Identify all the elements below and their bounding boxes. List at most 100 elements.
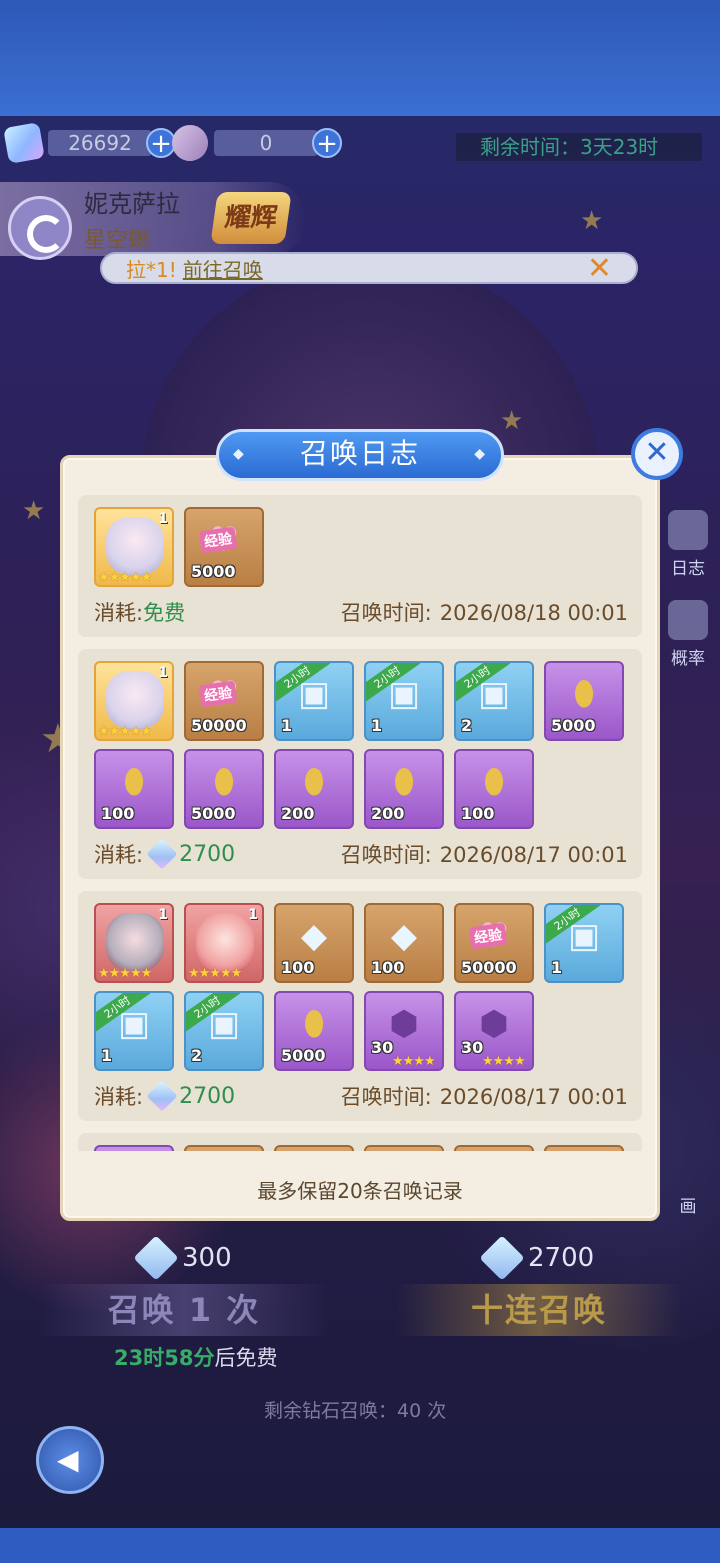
side-rate-button[interactable]: 概率 bbox=[656, 600, 720, 669]
hero-level: 1 bbox=[158, 511, 168, 527]
reward-item[interactable]: ♥经验5000 bbox=[184, 507, 264, 587]
side-gallery-button[interactable]: 画 bbox=[656, 1192, 720, 1217]
free-countdown: 23时58分后免费 bbox=[114, 1342, 277, 1372]
side-log-button[interactable]: 日志 bbox=[656, 510, 720, 579]
free-countdown-suffix: 后免费 bbox=[214, 1346, 278, 1370]
notice-text: 拉*1! bbox=[126, 257, 177, 282]
star-rating: ★★★★★ bbox=[98, 966, 152, 981]
reward-item[interactable]: ◆ bbox=[274, 1145, 354, 1151]
reward-item[interactable]: ⬮ 200 bbox=[364, 749, 444, 829]
star-rating: ★★★★ bbox=[392, 1054, 436, 1069]
crystal-icon: ◆ bbox=[546, 1147, 622, 1151]
crystal-icon: ◆ bbox=[186, 1147, 262, 1151]
reward-item[interactable]: ⬮ 100 bbox=[94, 749, 174, 829]
log-entry: 1★★★★★♥经验50000▣2小时1▣2小时1▣2小时2⬮5000⬮100⬮5… bbox=[78, 649, 642, 879]
hero-level: 1 bbox=[158, 665, 168, 681]
reward-item[interactable]: ⬮ 5000 bbox=[544, 661, 624, 741]
reward-item[interactable]: ◆ bbox=[544, 1145, 624, 1151]
crystal-icon bbox=[3, 122, 45, 164]
hero-card[interactable]: 1 ★★★★★ bbox=[94, 507, 174, 587]
close-dialog-button[interactable]: ✕ bbox=[631, 428, 683, 480]
reward-item[interactable]: ▣ 2小时 1 bbox=[274, 661, 354, 741]
cost-label: 消耗: bbox=[94, 601, 144, 625]
reward-item[interactable]: ▣ 2小时 1 bbox=[544, 903, 624, 983]
reward-item[interactable]: ⬮ 100 bbox=[454, 749, 534, 829]
reward-item[interactable]: ◆ 100 bbox=[364, 903, 444, 983]
item-quantity: 50000 bbox=[461, 958, 517, 977]
moon-faction-icon bbox=[8, 196, 72, 260]
log-entry: ● ◆ ◆ ◆ ◆ ◆ bbox=[78, 1133, 642, 1151]
reward-item[interactable]: ◆ bbox=[184, 1145, 264, 1151]
ticket-counter: 0 + bbox=[169, 122, 342, 164]
reward-item[interactable]: ▣ 2小时 1 bbox=[94, 991, 174, 1071]
ticket-value: 0 bbox=[214, 130, 318, 156]
reward-item[interactable]: ▣ 2小时 2 bbox=[184, 991, 264, 1071]
reward-item[interactable]: ◆ bbox=[454, 1145, 534, 1151]
reward-grid: 1★★★★★♥经验50000▣2小时1▣2小时1▣2小时2⬮5000⬮100⬮5… bbox=[94, 661, 628, 829]
summon-ten-button[interactable]: 十连召唤 bbox=[396, 1284, 682, 1336]
add-ticket-button[interactable]: + bbox=[312, 128, 342, 158]
summon-log-list[interactable]: 1★★★★★♥经验5000消耗:免费召唤时间:2026/08/18 00:011… bbox=[78, 495, 644, 1151]
crystal-icon: ◆ bbox=[456, 1147, 532, 1151]
reward-item[interactable]: ♥经验50000 bbox=[184, 661, 264, 741]
item-quantity: 200 bbox=[281, 804, 315, 823]
cost-info: 消耗: 免费 bbox=[94, 597, 185, 627]
reward-item[interactable]: ◆ 100 bbox=[274, 903, 354, 983]
item-quantity: 100 bbox=[101, 804, 135, 823]
side-rate-label: 概率 bbox=[671, 649, 705, 669]
rarity-badge: 耀辉 bbox=[210, 192, 292, 244]
star-rating: ★★★★★ bbox=[98, 724, 152, 739]
time-value: 2026/08/17 00:01 bbox=[439, 843, 628, 867]
hero-title: 星空蝎 bbox=[84, 228, 151, 253]
free-countdown-time: 23时58分 bbox=[114, 1346, 215, 1370]
hero-card[interactable]: 1 ★★★★★ bbox=[184, 903, 264, 983]
reward-item[interactable]: ▣ 2小时 1 bbox=[364, 661, 444, 741]
item-quantity: 1 bbox=[551, 958, 563, 977]
ten-cost-value: 2700 bbox=[528, 1243, 595, 1273]
dialog-title: 召唤日志 bbox=[216, 429, 504, 481]
go-summon-link[interactable]: 前往召唤 bbox=[183, 254, 263, 283]
reward-item[interactable]: ● bbox=[94, 1145, 174, 1151]
hero-card[interactable]: 1 ★★★★★ bbox=[94, 903, 174, 983]
reward-item[interactable]: ♥经验50000 bbox=[454, 903, 534, 983]
log-meta: 消耗: 2700 召唤时间: 2026/08/17 00:01 bbox=[94, 838, 628, 870]
item-quantity: 200 bbox=[371, 804, 405, 823]
side-log-label: 日志 bbox=[671, 559, 705, 579]
item-quantity: 2 bbox=[191, 1046, 203, 1065]
reward-item[interactable]: ▣ 2小时 2 bbox=[454, 661, 534, 741]
cost-value: 2700 bbox=[179, 841, 236, 867]
hero-portrait bbox=[106, 913, 164, 971]
reward-grid: 1 ★★★★★ ♥经验5000 bbox=[94, 507, 628, 587]
log-meta: 消耗: 2700 召唤时间: 2026/08/17 00:01 bbox=[94, 1080, 628, 1112]
crystal-value: 26692 bbox=[48, 130, 152, 156]
single-cost-value: 300 bbox=[182, 1243, 232, 1273]
crystal-icon bbox=[146, 1080, 178, 1112]
reward-item[interactable]: ⬢ ★★★★ 30 bbox=[454, 991, 534, 1071]
summon-once-button[interactable]: 召唤 1 次 bbox=[38, 1284, 330, 1336]
single-cost: 300 bbox=[133, 1235, 232, 1281]
crystal-icon: ◆ bbox=[366, 1147, 442, 1151]
log-icon bbox=[668, 510, 708, 550]
item-quantity: 30 bbox=[461, 1038, 484, 1057]
crystal-icon: ◆ bbox=[276, 1147, 352, 1151]
reward-item[interactable]: ⬮ 5000 bbox=[274, 991, 354, 1071]
remaining-summons: 剩余钻石召唤：40 次 bbox=[264, 1400, 447, 1422]
item-quantity: 50000 bbox=[191, 716, 247, 735]
time-label: 召唤时间: bbox=[340, 1085, 432, 1109]
reward-item[interactable]: ⬮ 200 bbox=[274, 749, 354, 829]
reward-grid: 1★★★★★1★★★★★◆100◆100♥经验50000▣2小时1▣2小时1▣2… bbox=[94, 903, 628, 1071]
hero-name: 妮克萨拉 bbox=[84, 190, 180, 218]
item-quantity: 1 bbox=[371, 716, 383, 735]
item-quantity: 5000 bbox=[281, 1046, 326, 1065]
log-entry: 1 ★★★★★ ♥经验5000 消耗:免费 召唤时间: 2026/08/18 00:01 bbox=[78, 495, 642, 637]
reward-item[interactable]: ⬢ ★★★★ 30 bbox=[364, 991, 444, 1071]
item-quantity: 100 bbox=[461, 804, 495, 823]
hero-portrait bbox=[106, 517, 164, 575]
hero-card[interactable]: 1 ★★★★★ bbox=[94, 661, 174, 741]
reward-item[interactable]: ⬮ 5000 bbox=[184, 749, 264, 829]
back-button[interactable] bbox=[36, 1426, 104, 1494]
reward-item[interactable]: ◆ bbox=[364, 1145, 444, 1151]
star-rating: ★★★★★ bbox=[98, 570, 152, 585]
rate-icon bbox=[668, 600, 708, 640]
notice-close-icon[interactable]: ✕ bbox=[587, 251, 612, 286]
